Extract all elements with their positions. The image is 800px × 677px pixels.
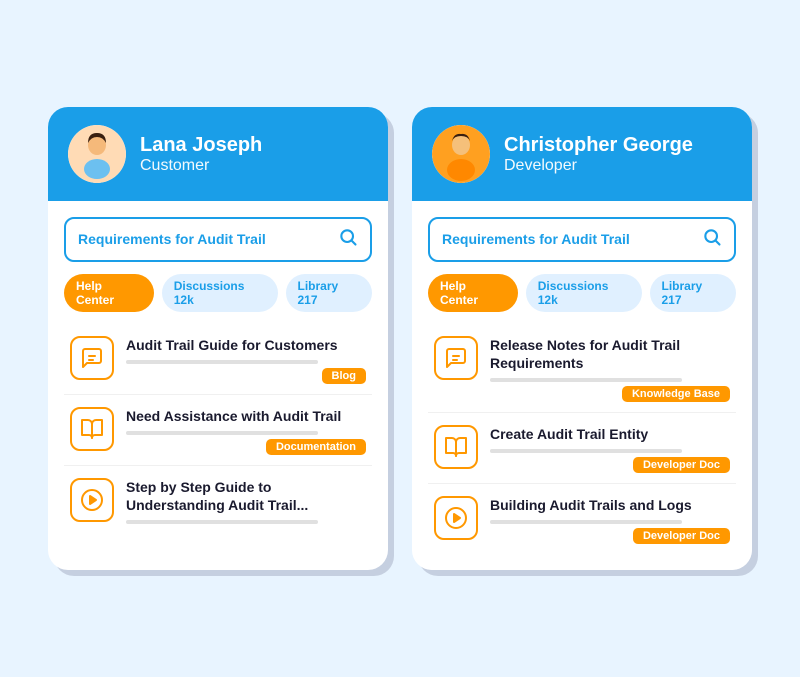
result-bar [490,520,682,524]
search-query: Requirements for Audit Trail [442,231,702,247]
result-content: Need Assistance with Audit Trail Document… [126,407,366,455]
list-item[interactable]: Building Audit Trails and Logs Developer … [428,486,736,554]
developer-card: Christopher GeorgeDeveloper Requirements … [412,107,752,571]
user-info: Lana JosephCustomer [140,133,262,175]
tab-1[interactable]: Discussions 12k [526,274,642,312]
result-content: Step by Step Guide to Understanding Audi… [126,478,366,524]
customer-card-header: Lana JosephCustomer [48,107,388,201]
tab-2[interactable]: Library 217 [286,274,373,312]
developer-card-body: Requirements for Audit TrailHelp CenterD… [412,201,752,571]
search-bar[interactable]: Requirements for Audit Trail [64,217,372,262]
result-tag: Knowledge Base [622,386,730,402]
result-meta: Developer Doc [490,449,730,473]
result-content: Building Audit Trails and Logs Developer … [490,496,730,544]
developer-card-header: Christopher GeorgeDeveloper [412,107,752,201]
book-icon [434,425,478,469]
user-role: Customer [140,157,262,175]
result-meta: Blog [126,360,366,384]
result-meta: Documentation [126,431,366,455]
results-list: Audit Trail Guide for Customers Blog Need … [64,326,372,535]
result-title: Release Notes for Audit Trail Requiremen… [490,336,730,372]
result-content: Audit Trail Guide for Customers Blog [126,336,366,384]
result-title: Building Audit Trails and Logs [490,496,730,514]
customer-card-body: Requirements for Audit TrailHelp CenterD… [48,201,388,551]
search-query: Requirements for Audit Trail [78,231,338,247]
avatar [432,125,490,183]
search-icon[interactable] [702,227,722,252]
result-bar [490,449,682,453]
result-bar [126,431,318,435]
customer-card: Lana JosephCustomer Requirements for Audi… [48,107,388,571]
result-tag: Blog [322,368,366,384]
user-name: Christopher George [504,133,693,157]
user-name: Lana Joseph [140,133,262,157]
search-bar[interactable]: Requirements for Audit Trail [428,217,736,262]
result-title: Audit Trail Guide for Customers [126,336,366,354]
result-title: Step by Step Guide to Understanding Audi… [126,478,366,514]
avatar [68,125,126,183]
result-tag: Developer Doc [633,528,730,544]
result-content: Create Audit Trail Entity Developer Doc [490,425,730,473]
book-icon [70,407,114,451]
tab-0[interactable]: Help Center [64,274,154,312]
results-list: Release Notes for Audit Trail Requiremen… [428,326,736,555]
list-item[interactable]: Need Assistance with Audit Trail Document… [64,397,372,466]
result-bar [126,360,318,364]
tab-1[interactable]: Discussions 12k [162,274,278,312]
result-meta: Knowledge Base [490,378,730,402]
list-item[interactable]: Audit Trail Guide for Customers Blog [64,326,372,395]
list-item[interactable]: Release Notes for Audit Trail Requiremen… [428,326,736,413]
tabs: Help CenterDiscussions 12kLibrary 217 [64,274,372,312]
list-item[interactable]: Create Audit Trail Entity Developer Doc [428,415,736,484]
chat-icon [434,336,478,380]
result-bar [490,378,682,382]
tab-0[interactable]: Help Center [428,274,518,312]
result-tag: Documentation [266,439,366,455]
result-tag: Developer Doc [633,457,730,473]
tabs: Help CenterDiscussions 12kLibrary 217 [428,274,736,312]
chat-icon [70,336,114,380]
result-meta: Developer Doc [490,520,730,544]
play-icon [434,496,478,540]
user-info: Christopher GeorgeDeveloper [504,133,693,175]
play-icon [70,478,114,522]
cards-container: Lana JosephCustomer Requirements for Audi… [18,67,782,611]
result-bar [126,520,318,524]
user-role: Developer [504,157,693,175]
result-title: Create Audit Trail Entity [490,425,730,443]
search-icon[interactable] [338,227,358,252]
result-content: Release Notes for Audit Trail Requiremen… [490,336,730,402]
result-title: Need Assistance with Audit Trail [126,407,366,425]
list-item[interactable]: Step by Step Guide to Understanding Audi… [64,468,372,534]
result-meta [126,520,366,524]
tab-2[interactable]: Library 217 [650,274,737,312]
